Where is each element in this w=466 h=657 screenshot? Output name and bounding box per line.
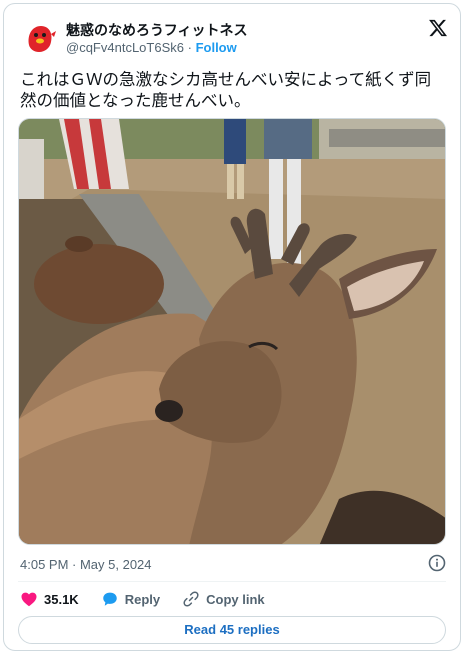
author-name[interactable]: 魅惑のなめろうフィットネス <box>66 20 247 40</box>
copy-link-label: Copy link <box>206 591 265 607</box>
author-handle[interactable]: @cqFv4ntcLoT6Sk6 <box>66 40 184 55</box>
author-handle-row: @cqFv4ntcLoT6Sk6 · Follow <box>66 40 237 55</box>
actions-divider <box>18 581 446 582</box>
x-logo-icon[interactable] <box>428 18 448 38</box>
author-avatar[interactable] <box>20 18 60 58</box>
reply-button[interactable]: Reply <box>101 590 160 608</box>
deer-photo-image <box>19 119 445 544</box>
tweet-actions: 35.1K Reply Copy link <box>20 589 265 609</box>
heart-icon <box>21 592 37 607</box>
tweet-text: これはＧＷの急激なシカ高せんべい安によって紙くず同然の価値となった鹿せんべい。 <box>20 71 432 110</box>
link-icon <box>183 591 199 607</box>
reply-label: Reply <box>124 591 161 607</box>
tweet-photo[interactable] <box>18 118 446 545</box>
tweet-timestamp[interactable]: 4:05 PM · May 5, 2024 <box>20 557 152 572</box>
red-mascot-avatar-icon <box>20 18 60 58</box>
tweet-card: 魅惑のなめろうフィットネス @cqFv4ntcLoT6Sk6 · Follow … <box>3 3 461 651</box>
speech-bubble-icon <box>102 592 117 606</box>
read-replies-button[interactable]: Read 45 replies <box>18 616 446 644</box>
copy-link-button[interactable]: Copy link <box>182 590 265 608</box>
info-icon[interactable] <box>428 554 446 572</box>
follow-button[interactable]: Follow <box>196 40 237 55</box>
handle-separator: · <box>187 40 192 55</box>
like-button[interactable]: 35.1K <box>20 590 79 608</box>
like-count: 35.1K <box>44 591 79 607</box>
